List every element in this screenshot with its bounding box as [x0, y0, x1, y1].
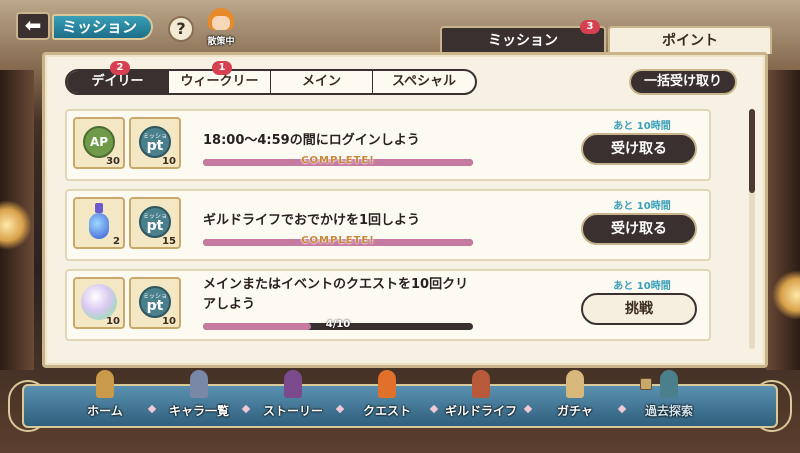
mission-pt-icon: ミッション pt	[139, 126, 171, 158]
tab-point[interactable]: ポイント	[608, 26, 772, 54]
mission-title-line: アしよう	[203, 297, 256, 312]
nav-character-list[interactable]: キャラ一覧	[152, 370, 251, 422]
nav-past-exploration[interactable]: 過去探索	[622, 370, 716, 422]
nav-label: キャラ一覧	[168, 404, 229, 418]
nav-story[interactable]: ストーリー	[246, 370, 345, 422]
guild-life-icon	[472, 370, 490, 398]
scrollbar[interactable]	[749, 109, 755, 349]
tab-mission-label: ミッション	[488, 33, 558, 49]
mission-pt-icon: ミッション pt	[139, 286, 171, 318]
bottom-nav-items: ホーム キャラ一覧 ストーリー クエスト ギルドライフ ガチャ 過去探索	[58, 370, 716, 422]
reward-qty: 10	[162, 316, 176, 327]
back-arrow-icon: ⬅	[24, 13, 42, 37]
mission-title-line: メインまたはイベントのクエストを10回クリ	[203, 277, 469, 292]
filter-tab-label: メイン	[301, 74, 341, 89]
mission-list[interactable]: AP 30 ミッション pt 10 18:00～4:59の間にログインしよう C…	[65, 109, 731, 349]
progress-label: COMPLETE!	[301, 235, 375, 246]
filter-tab-main[interactable]: メイン	[271, 71, 373, 93]
reward-qty: 15	[162, 236, 176, 247]
filter-tab-label: デイリー	[91, 74, 144, 89]
gacha-icon	[566, 370, 584, 398]
nav-label: ホーム	[87, 404, 123, 418]
mission-title: メインまたはイベントのクエストを10回クリ アしよう	[203, 275, 493, 315]
remaining-time: あと 10時間	[613, 201, 671, 212]
tab-point-label: ポイント	[662, 33, 718, 49]
reward-item[interactable]: ミッション pt 10	[129, 277, 181, 329]
reward-qty: 10	[162, 156, 176, 167]
reward-item[interactable]: ミッション pt 15	[129, 197, 181, 249]
reward-list: AP 30 ミッション pt 10	[73, 117, 181, 169]
nav-label: クエスト	[362, 404, 411, 418]
potion-body	[89, 213, 109, 239]
nav-label: ギルドライフ	[444, 404, 517, 418]
mission-pt-icon: ミッション pt	[139, 206, 171, 238]
mission-panel: デイリー 2 ウィークリー 1 メイン スペシャル 一括受け取り AP 30 ミ…	[42, 52, 768, 368]
nav-label: ストーリー	[262, 404, 323, 418]
reward-item[interactable]: ミッション pt 10	[129, 117, 181, 169]
filter-tab-label: スペシャル	[391, 74, 457, 89]
pt-icon-label: pt	[146, 138, 164, 154]
reward-qty: 30	[106, 156, 120, 167]
remaining-time: あと 10時間	[613, 121, 671, 132]
lock-icon	[640, 378, 652, 390]
back-button[interactable]: ⬅	[16, 12, 50, 40]
character-face	[212, 16, 230, 30]
potion-icon	[87, 203, 111, 241]
nav-guild-life[interactable]: ギルドライフ	[434, 370, 533, 422]
story-book-icon	[284, 370, 302, 398]
nav-label: ガチャ	[557, 404, 593, 418]
reward-item[interactable]: 10	[73, 277, 125, 329]
mission-row: AP 30 ミッション pt 10 18:00～4:59の間にログインしよう C…	[65, 109, 711, 181]
quest-icon	[378, 370, 396, 398]
mission-title: ギルドライフでおでかけを1回しよう	[203, 213, 421, 228]
compass-icon	[660, 370, 678, 398]
reward-item[interactable]: 2	[73, 197, 125, 249]
reward-list: 10 ミッション pt 10	[73, 277, 181, 329]
home-icon	[96, 370, 114, 398]
nav-label: 過去探索	[644, 404, 693, 418]
character-status-label: 散策中	[207, 37, 235, 47]
progress-label: COMPLETE!	[301, 155, 375, 166]
nav-quest[interactable]: クエスト	[340, 370, 439, 422]
filter-tab-label: ウィークリー	[180, 74, 259, 89]
filter-tab-badge: 1	[212, 61, 232, 75]
character-status-icon[interactable]: 散策中	[204, 8, 238, 48]
reward-qty: 2	[113, 236, 120, 247]
mission-row: 2 ミッション pt 15 ギルドライフでおでかけを1回しよう COMPLETE…	[65, 189, 711, 261]
nav-home[interactable]: ホーム	[58, 370, 157, 422]
receive-button[interactable]: 受け取る	[581, 213, 697, 245]
orb-icon	[81, 284, 117, 320]
remaining-time: あと 10時間	[613, 281, 671, 292]
challenge-button[interactable]: 挑戦	[581, 293, 697, 325]
filter-tab-special[interactable]: スペシャル	[373, 71, 475, 93]
nav-gacha[interactable]: ガチャ	[528, 370, 627, 422]
filter-tab-daily[interactable]: デイリー 2	[67, 61, 169, 93]
filter-tab-weekly[interactable]: ウィークリー 1	[169, 61, 271, 93]
filter-tabs: デイリー 2 ウィークリー 1 メイン スペシャル	[65, 61, 477, 95]
character-list-icon	[190, 370, 208, 398]
page-title: ミッション	[52, 14, 154, 40]
background-right-pillar	[766, 70, 800, 370]
scrollbar-thumb[interactable]	[749, 109, 755, 193]
tab-mission[interactable]: ミッション 3	[440, 20, 606, 54]
filter-tab-badge: 2	[110, 61, 130, 75]
ap-icon: AP	[83, 126, 115, 158]
receive-button[interactable]: 受け取る	[581, 133, 697, 165]
reward-qty: 10	[106, 316, 120, 327]
tab-mission-badge: 3	[580, 20, 600, 34]
help-button[interactable]: ?	[168, 16, 194, 42]
mission-title: 18:00～4:59の間にログインしよう	[203, 133, 420, 148]
reward-list: 2 ミッション pt 15	[73, 197, 181, 249]
progress-label: 4/10	[325, 319, 351, 330]
pt-icon-label: pt	[146, 298, 164, 314]
potion-neck	[95, 203, 103, 213]
pt-icon-label: pt	[146, 218, 164, 234]
mission-row: 10 ミッション pt 10 メインまたはイベントのクエストを10回クリ アしよ…	[65, 269, 711, 341]
reward-item[interactable]: AP 30	[73, 117, 125, 169]
bulk-receive-button[interactable]: 一括受け取り	[629, 69, 737, 95]
